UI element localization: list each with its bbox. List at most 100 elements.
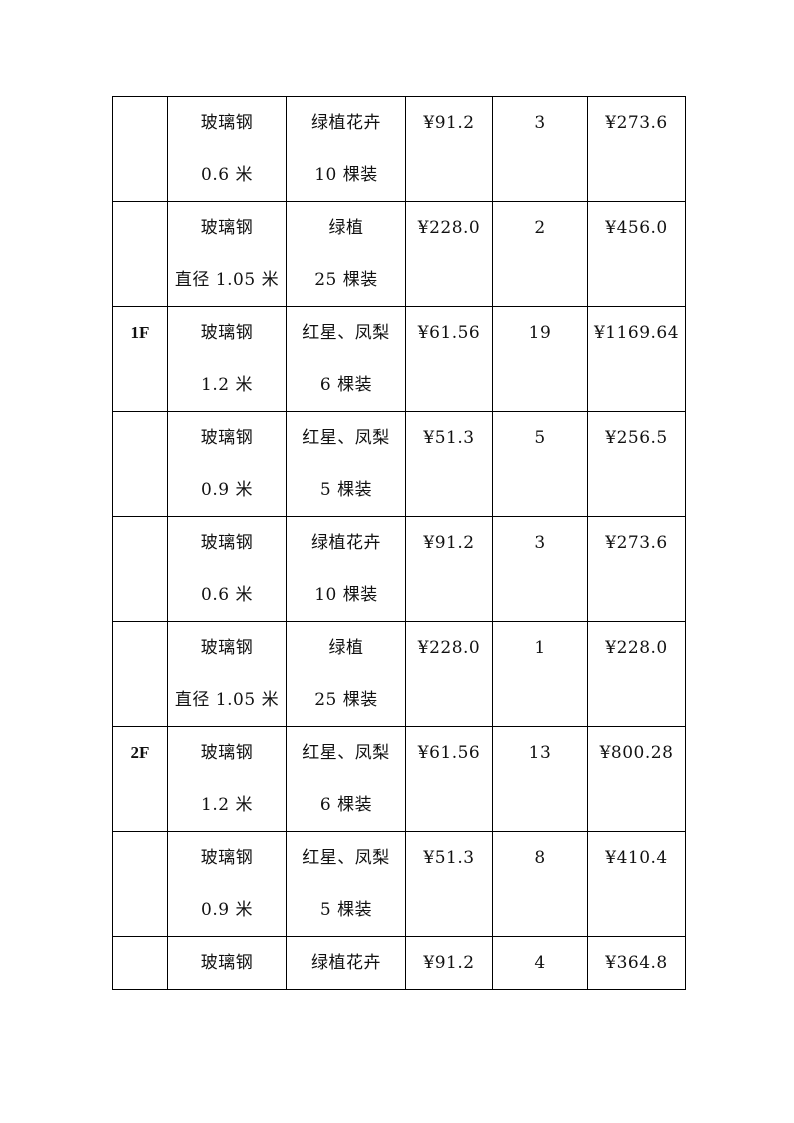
- floor-cell: [112, 96, 168, 202]
- plants-line: 绿植: [328, 218, 364, 238]
- total-price: ¥800.28: [599, 743, 674, 763]
- plants-line: 25 棵装: [314, 690, 378, 710]
- table-row: 玻璃钢 0.9 米 红星、凤梨 5 棵装 ¥51.3 5 ¥256.5: [112, 411, 686, 517]
- material-line: 玻璃钢: [200, 113, 254, 133]
- quantity: 13: [528, 743, 552, 763]
- plants-line: 6 棵装: [319, 795, 373, 815]
- floor-label: 1F: [130, 323, 150, 342]
- plants-cell: 绿植 25 棵装: [286, 201, 406, 307]
- floor-cell: [112, 201, 168, 307]
- total-price: ¥456.0: [605, 218, 668, 238]
- material-cell: 玻璃钢 0.6 米: [167, 516, 287, 622]
- total-cell: ¥456.0: [587, 201, 686, 307]
- total-cell: ¥1169.64: [587, 306, 686, 412]
- quantity-cell: 19: [492, 306, 588, 412]
- material-line: 0.6 米: [201, 585, 253, 605]
- plants-line: 5 棵装: [319, 900, 373, 920]
- material-line: 玻璃钢: [200, 533, 254, 553]
- material-line: 0.6 米: [201, 165, 253, 185]
- material-cell: 玻璃钢 0.9 米: [167, 831, 287, 937]
- unit-price-cell: ¥228.0: [405, 201, 493, 307]
- total-price: ¥410.4: [605, 848, 668, 868]
- total-price: ¥256.5: [605, 428, 668, 448]
- plants-line: 10 棵装: [314, 165, 378, 185]
- plants-cell: 绿植花卉: [286, 936, 406, 990]
- unit-price: ¥51.3: [423, 428, 475, 448]
- quantity: 3: [534, 113, 546, 133]
- material-cell: 玻璃钢 0.9 米: [167, 411, 287, 517]
- plants-cell: 绿植 25 棵装: [286, 621, 406, 727]
- quantity: 2: [534, 218, 546, 238]
- quantity-cell: 13: [492, 726, 588, 832]
- plants-line: 绿植花卉: [311, 953, 381, 973]
- material-line: 0.9 米: [201, 480, 253, 500]
- plants-cell: 红星、凤梨 6 棵装: [286, 726, 406, 832]
- material-cell: 玻璃钢: [167, 936, 287, 990]
- material-line: 玻璃钢: [200, 428, 254, 448]
- quantity-cell: 3: [492, 516, 588, 622]
- floor-cell: [112, 831, 168, 937]
- total-price: ¥364.8: [605, 953, 668, 973]
- total-cell: ¥228.0: [587, 621, 686, 727]
- material-cell: 玻璃钢 0.6 米: [167, 96, 287, 202]
- floor-cell: [112, 516, 168, 622]
- floor-cell: 2F: [112, 726, 168, 832]
- plants-line: 绿植: [328, 638, 364, 658]
- total-cell: ¥273.6: [587, 516, 686, 622]
- plants-cell: 绿植花卉 10 棵装: [286, 516, 406, 622]
- unit-price: ¥91.2: [423, 533, 475, 553]
- plants-line: 绿植花卉: [311, 113, 381, 133]
- plants-line: 10 棵装: [314, 585, 378, 605]
- material-cell: 玻璃钢 直径 1.05 米: [167, 621, 287, 727]
- plants-line: 红星、凤梨: [302, 743, 390, 763]
- plants-cell: 红星、凤梨 5 棵装: [286, 411, 406, 517]
- total-price: ¥1169.64: [593, 323, 680, 343]
- plants-line: 红星、凤梨: [302, 323, 390, 343]
- total-cell: ¥410.4: [587, 831, 686, 937]
- quantity-cell: 4: [492, 936, 588, 990]
- total-price: ¥273.6: [605, 113, 668, 133]
- table-row: 玻璃钢 直径 1.05 米 绿植 25 棵装 ¥228.0 2 ¥456.0: [112, 201, 686, 307]
- quantity: 1: [534, 638, 546, 658]
- unit-price-cell: ¥91.2: [405, 936, 493, 990]
- total-cell: ¥256.5: [587, 411, 686, 517]
- material-cell: 玻璃钢 1.2 米: [167, 726, 287, 832]
- floor-cell: 1F: [112, 306, 168, 412]
- material-line: 玻璃钢: [200, 953, 254, 973]
- plants-cell: 绿植花卉 10 棵装: [286, 96, 406, 202]
- table-row: 2F 玻璃钢 1.2 米 红星、凤梨 6 棵装 ¥61.56 13 ¥800.28: [112, 726, 686, 832]
- unit-price-cell: ¥91.2: [405, 516, 493, 622]
- quantity-cell: 3: [492, 96, 588, 202]
- document-page: 玻璃钢 0.6 米绿植花卉 10 棵装 ¥91.2 3 ¥273.6 玻璃钢 直径 1.05 …: [0, 0, 794, 1123]
- table-row: 1F 玻璃钢 1.2 米 红星、凤梨 6 棵装 ¥61.56 19 ¥1169.64: [112, 306, 686, 412]
- plants-cell: 红星、凤梨 6 棵装: [286, 306, 406, 412]
- floor-cell: [112, 621, 168, 727]
- material-line: 1.2 米: [201, 375, 253, 395]
- total-cell: ¥273.6: [587, 96, 686, 202]
- plants-line: 绿植花卉: [311, 533, 381, 553]
- unit-price: ¥91.2: [423, 113, 475, 133]
- quantity-cell: 5: [492, 411, 588, 517]
- unit-price: ¥61.56: [417, 743, 481, 763]
- unit-price: ¥51.3: [423, 848, 475, 868]
- material-line: 玻璃钢: [200, 743, 254, 763]
- unit-price: ¥61.56: [417, 323, 481, 343]
- plants-line: 25 棵装: [314, 270, 378, 290]
- plants-line: 红星、凤梨: [302, 848, 390, 868]
- unit-price: ¥228.0: [417, 218, 481, 238]
- price-table-body: 玻璃钢 0.6 米绿植花卉 10 棵装 ¥91.2 3 ¥273.6 玻璃钢 直径 1.05 …: [112, 96, 686, 990]
- material-line: 1.2 米: [201, 795, 253, 815]
- quantity: 4: [534, 953, 546, 973]
- quantity: 3: [534, 533, 546, 553]
- table-row: 玻璃钢 0.6 米 绿植花卉 10 棵装 ¥91.2 3 ¥273.6: [112, 96, 686, 202]
- material-line: 0.9 米: [201, 900, 253, 920]
- material-line: 玻璃钢: [200, 218, 254, 238]
- floor-cell: [112, 936, 168, 990]
- table-row: 玻璃钢 直径 1.05 米 绿植 25 棵装 ¥228.0 1 ¥228.0: [112, 621, 686, 727]
- material-cell: 玻璃钢 1.2 米: [167, 306, 287, 412]
- price-table: 玻璃钢 0.6 米绿植花卉 10 棵装 ¥91.2 3 ¥273.6 玻璃钢 直径 1.05 …: [112, 96, 686, 990]
- unit-price: ¥91.2: [423, 953, 475, 973]
- unit-price-cell: ¥51.3: [405, 831, 493, 937]
- floor-cell: [112, 411, 168, 517]
- unit-price: ¥228.0: [417, 638, 481, 658]
